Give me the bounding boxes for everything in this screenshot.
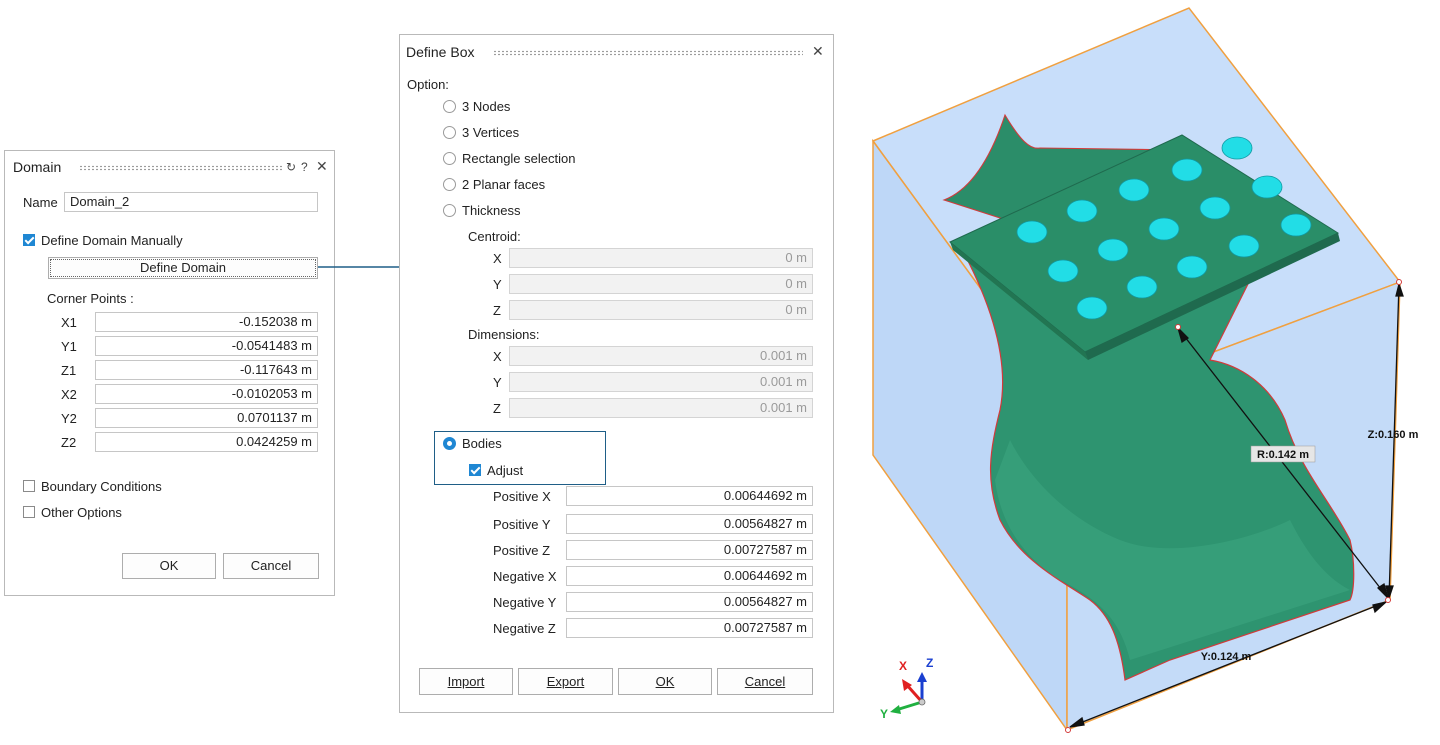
bodies-radio[interactable] bbox=[443, 437, 456, 450]
option-planar-faces-label: 2 Planar faces bbox=[462, 177, 546, 192]
option-planar-faces-radio[interactable] bbox=[443, 178, 456, 191]
option-3-vertices-radio[interactable] bbox=[443, 126, 456, 139]
negative-z-label: Negative Z bbox=[493, 621, 556, 636]
dimension-y-label: Y bbox=[493, 375, 502, 390]
triad-x-label: X bbox=[899, 659, 907, 673]
option-3-nodes-radio[interactable] bbox=[443, 100, 456, 113]
positive-z-label: Positive Z bbox=[493, 543, 551, 558]
box-ok-button[interactable]: OK bbox=[618, 668, 712, 695]
negative-x-input[interactable]: 0.00644692 m bbox=[566, 566, 813, 586]
export-button[interactable]: Export bbox=[518, 668, 613, 695]
centroid-label: Centroid: bbox=[468, 229, 521, 244]
positive-y-input[interactable]: 0.00564827 m bbox=[566, 514, 813, 534]
negative-y-label: Negative Y bbox=[493, 595, 557, 610]
adjust-checkbox[interactable] bbox=[469, 464, 481, 476]
graphics-viewport[interactable]: R:0.142 m Z:0.160 m Y:0.124 m X Z Y bbox=[852, 0, 1440, 742]
dim-r-label: R:0.142 m bbox=[1257, 449, 1309, 461]
dimension-z-label: Z bbox=[493, 401, 501, 416]
title-grip[interactable] bbox=[493, 50, 803, 56]
dimension-y-input[interactable]: 0.001 m bbox=[509, 372, 813, 392]
option-thickness-radio[interactable] bbox=[443, 204, 456, 217]
positive-x-input[interactable]: 0.00644692 m bbox=[566, 486, 813, 506]
positive-x-label: Positive X bbox=[493, 489, 551, 504]
positive-y-label: Positive Y bbox=[493, 517, 551, 532]
positive-z-input[interactable]: 0.00727587 m bbox=[566, 540, 813, 560]
adjust-label: Adjust bbox=[487, 463, 524, 478]
define-box-dialog: Define Box ✕ Option: 3 Nodes 3 Vertices … bbox=[399, 34, 834, 713]
option-3-vertices-label: 3 Vertices bbox=[462, 125, 520, 140]
import-button[interactable]: Import bbox=[419, 668, 513, 695]
dimension-x-input[interactable]: 0.001 m bbox=[509, 346, 813, 366]
option-3-nodes-label: 3 Nodes bbox=[462, 99, 511, 114]
triad-z-label: Z bbox=[926, 656, 933, 670]
centroid-x-input[interactable]: 0 m bbox=[509, 248, 813, 268]
negative-z-input[interactable]: 0.00727587 m bbox=[566, 618, 813, 638]
viewport-scene: R:0.142 m Z:0.160 m Y:0.124 m X Z Y bbox=[871, 7, 1419, 733]
close-icon[interactable]: ✕ bbox=[812, 43, 824, 60]
centroid-y-label: Y bbox=[493, 277, 502, 292]
axis-triad: X Z Y bbox=[880, 656, 933, 721]
dim-z-label: Z:0.160 m bbox=[1368, 429, 1419, 441]
centroid-x-label: X bbox=[493, 251, 502, 266]
centroid-z-input[interactable]: 0 m bbox=[509, 300, 813, 320]
dim-y-label: Y:0.124 m bbox=[1201, 651, 1252, 663]
negative-x-label: Negative X bbox=[493, 569, 557, 584]
centroid-z-label: Z bbox=[493, 303, 501, 318]
box-cancel-button[interactable]: Cancel bbox=[717, 668, 813, 695]
triad-y-label: Y bbox=[880, 707, 888, 721]
dimension-z-input[interactable]: 0.001 m bbox=[509, 398, 813, 418]
option-thickness-label: Thickness bbox=[462, 203, 521, 218]
option-rectangle-radio[interactable] bbox=[443, 152, 456, 165]
option-rectangle-label: Rectangle selection bbox=[462, 151, 576, 166]
option-label: Option: bbox=[407, 77, 449, 92]
negative-y-input[interactable]: 0.00564827 m bbox=[566, 592, 813, 612]
dimensions-label: Dimensions: bbox=[468, 327, 540, 342]
define-box-title: Define Box bbox=[406, 44, 475, 60]
dimension-x-label: X bbox=[493, 349, 502, 364]
centroid-y-input[interactable]: 0 m bbox=[509, 274, 813, 294]
bodies-label: Bodies bbox=[462, 436, 502, 451]
